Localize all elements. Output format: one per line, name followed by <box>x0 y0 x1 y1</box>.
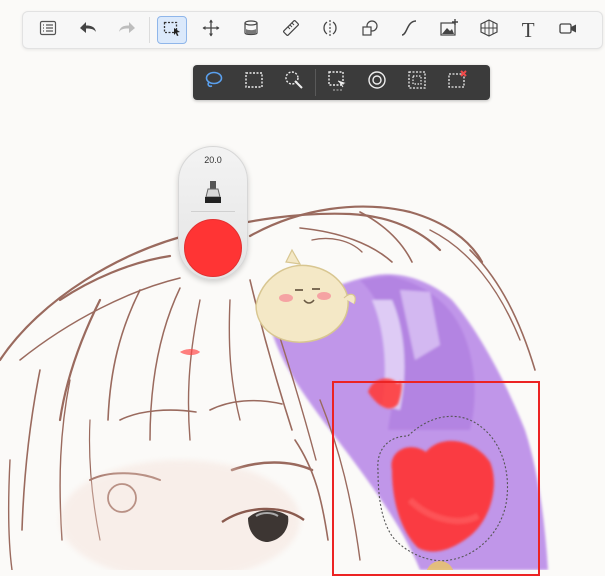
ruler-icon <box>281 18 301 43</box>
current-color-swatch[interactable] <box>184 219 242 277</box>
rect-selection-frame[interactable] <box>332 381 540 576</box>
undo-button[interactable] <box>73 16 103 44</box>
ruler-tool-button[interactable] <box>276 16 306 44</box>
main-toolbar: T <box>22 11 603 49</box>
move-icon <box>201 18 221 43</box>
brush-settings-panel: 20.0 <box>178 146 248 280</box>
image-plus-icon <box>439 18 459 43</box>
magic-wand-button[interactable] <box>280 69 308 97</box>
redo-icon <box>117 18 137 43</box>
perspective-grid-icon <box>479 18 499 43</box>
text-tool-button[interactable]: T <box>513 16 543 44</box>
magic-wand-icon <box>283 69 305 96</box>
fill-tool-button[interactable] <box>236 16 266 44</box>
text-icon: T <box>521 17 535 42</box>
transform-selection-button[interactable] <box>403 69 431 97</box>
brush-size-readout[interactable]: 20.0 <box>179 155 247 165</box>
video-record-button[interactable] <box>553 16 583 44</box>
curve-tool-button[interactable] <box>394 16 424 44</box>
lasso-icon <box>203 69 225 96</box>
selection-toolbar <box>193 65 490 100</box>
move-tool-button[interactable] <box>196 16 226 44</box>
brush-nib-icon[interactable] <box>202 179 224 207</box>
shape-tool-button[interactable] <box>355 16 385 44</box>
circle-select-button[interactable] <box>363 69 391 97</box>
selection-tool-button[interactable] <box>156 16 187 44</box>
redo-button[interactable] <box>112 16 142 44</box>
paint-bucket-icon <box>241 18 261 43</box>
transform-select-icon <box>406 69 428 96</box>
selection-icon <box>162 18 182 43</box>
rectangle-select-button[interactable] <box>240 69 268 97</box>
deselect-icon <box>446 69 468 96</box>
lasso-select-button[interactable] <box>200 69 228 97</box>
selection-options-icon <box>326 69 348 96</box>
layers-list-button[interactable] <box>33 16 63 44</box>
curve-icon <box>399 18 419 43</box>
circle-target-icon <box>366 69 388 96</box>
undo-icon <box>78 18 98 43</box>
clear-selection-button[interactable] <box>443 69 471 97</box>
selection-options-button[interactable] <box>323 69 351 97</box>
symmetry-tool-button[interactable] <box>315 16 345 44</box>
image-insert-button[interactable] <box>434 16 464 44</box>
selection-toolbar-divider <box>315 69 316 96</box>
shapes-icon <box>360 18 380 43</box>
toolbar-divider <box>148 17 150 43</box>
symmetry-icon <box>320 18 340 43</box>
video-camera-icon <box>558 18 578 43</box>
perspective-grid-button[interactable] <box>474 16 504 44</box>
rect-marquee-icon <box>243 69 265 96</box>
list-icon <box>38 18 58 43</box>
brush-panel-divider <box>191 211 235 212</box>
